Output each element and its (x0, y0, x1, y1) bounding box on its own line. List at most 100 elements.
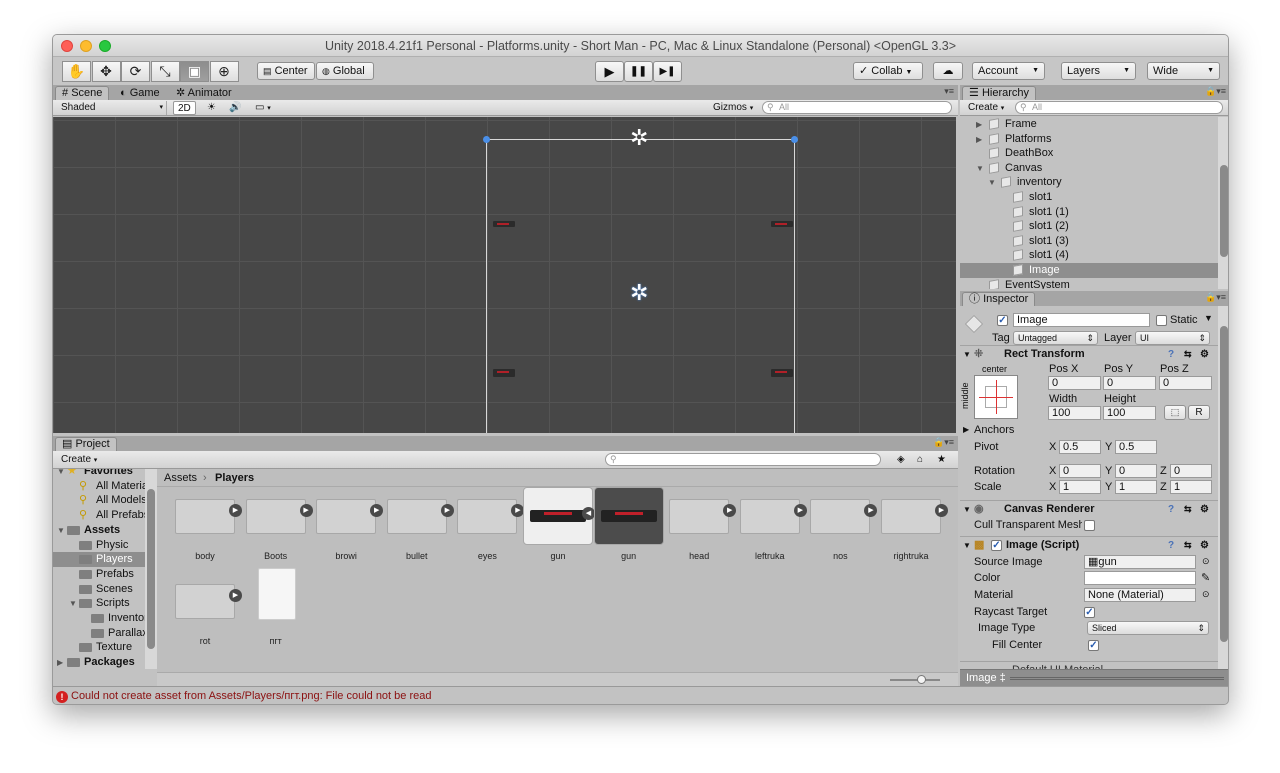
image-enabled-checkbox[interactable]: ✓ (991, 540, 1002, 551)
chevron-down-icon[interactable]: ▼ (57, 469, 65, 479)
hierarchy-item[interactable]: ▶ Platforms (960, 132, 1218, 147)
pos-z-field[interactable]: 0 (1159, 376, 1212, 390)
chevron-right-icon[interactable]: ▶ (57, 655, 63, 670)
asset-item[interactable]: ▶ body (171, 489, 242, 565)
help-icon[interactable]: ? (1168, 346, 1174, 363)
hierarchy-scrollbar[interactable] (1218, 117, 1228, 289)
tab-scene[interactable]: # Scene (55, 86, 110, 100)
close-window-button[interactable] (61, 40, 73, 52)
hierarchy-item[interactable]: slot1 (2) (960, 219, 1218, 234)
static-checkbox[interactable] (1156, 315, 1167, 326)
asset-item[interactable]: ▶ rot (171, 574, 242, 650)
scale-tool-button[interactable]: ⤡ (150, 61, 180, 82)
expand-arrow-icon[interactable]: ▶ (229, 504, 242, 517)
image-script-header[interactable]: ▼ ▩ ✓ Image (Script) ? ⇆ ⚙ (960, 536, 1218, 553)
hierarchy-item[interactable]: slot1 (3) (960, 234, 1218, 249)
asset-item[interactable]: ▶ rightruka (877, 489, 948, 565)
transform-tool-button[interactable]: ⊕ (209, 61, 239, 82)
hierarchy-item[interactable]: slot1 (960, 190, 1218, 205)
object-picker-icon[interactable]: ⊙ (1202, 589, 1210, 600)
zoom-slider[interactable] (890, 679, 940, 681)
asset-item[interactable]: ▶ bullet (383, 489, 454, 565)
asset-item[interactable]: ▶ Boots (242, 489, 313, 565)
project-tree-item[interactable]: ▼ ★ Favorites (53, 469, 145, 479)
hierarchy-item[interactable]: DeathBox (960, 146, 1218, 161)
source-image-field[interactable]: ▦gun (1084, 555, 1196, 569)
pivot-y-field[interactable]: 0.5 (1115, 440, 1157, 454)
blueprint-button[interactable]: ⬚ (1164, 405, 1186, 420)
chevron-down-icon[interactable]: ▼ (69, 596, 77, 611)
pause-button[interactable]: ❚❚ (624, 61, 653, 82)
pos-y-field[interactable]: 0 (1103, 376, 1156, 390)
rot-z-field[interactable]: 0 (1170, 464, 1212, 478)
scroll-thumb[interactable] (1220, 165, 1228, 257)
expand-arrow-icon[interactable]: ▶ (229, 589, 242, 602)
hierarchy-item[interactable]: Image (960, 263, 1218, 278)
account-dropdown[interactable]: Account ▼ (972, 62, 1045, 80)
minimize-window-button[interactable] (80, 40, 92, 52)
scroll-thumb[interactable] (147, 489, 155, 649)
lighting-toggle[interactable]: ☀ (203, 101, 220, 115)
canvas-renderer-header[interactable]: ▼ ◉ Canvas Renderer ? ⇆ ⚙ (960, 500, 1218, 517)
inspector-scrollbar[interactable] (1218, 306, 1228, 669)
hierarchy-item[interactable]: ▶ Frame (960, 117, 1218, 132)
height-field[interactable]: 100 (1103, 406, 1156, 420)
preview-bar[interactable]: Image ‡ (960, 669, 1228, 686)
rect-handle[interactable] (791, 136, 798, 143)
filter-label-button[interactable]: ⌂ (913, 453, 927, 467)
cull-checkbox[interactable] (1084, 520, 1095, 531)
lock-menu-icon[interactable]: 🔒▾≡ (1205, 86, 1226, 97)
scene-view[interactable]: ✲ ✲ (53, 117, 956, 433)
2d-toggle[interactable]: 2D (173, 101, 196, 115)
step-button[interactable]: ▶❚ (653, 61, 682, 82)
help-icon[interactable]: ? (1168, 501, 1174, 518)
raw-edit-button[interactable]: R (1188, 405, 1210, 420)
hierarchy-item[interactable]: ▼ Canvas (960, 161, 1218, 176)
fill-center-checkbox[interactable]: ✓ (1088, 640, 1099, 651)
scale-z-field[interactable]: 1 (1170, 480, 1212, 494)
project-create-dropdown[interactable]: Create ▾ (57, 453, 101, 467)
pivot-mode-button[interactable]: ▤ Center (257, 62, 315, 80)
expand-arrow-icon[interactable]: ▶ (370, 504, 384, 517)
object-picker-icon[interactable]: ⊙ (1202, 556, 1210, 567)
shading-dropdown[interactable]: Shaded ▾ (57, 101, 167, 115)
scale-x-field[interactable]: 1 (1059, 480, 1101, 494)
image-anchor-icon[interactable]: ✲ (630, 282, 648, 304)
tab-game[interactable]: ◐ Game (113, 86, 167, 100)
project-tree-item[interactable]: ⚲ All Models (53, 493, 145, 508)
preset-icon[interactable]: ⇆ (1184, 501, 1192, 518)
project-tree-item[interactable]: ⚲ All Prefabs (53, 508, 145, 523)
slot-gun-sprite[interactable] (493, 369, 515, 377)
pivot-x-field[interactable]: 0.5 (1059, 440, 1101, 454)
chevron-down-icon[interactable]: ▼ (988, 175, 996, 190)
chevron-down-icon[interactable]: ▼ (976, 161, 984, 176)
asset-item[interactable]: ▶ eyes (453, 489, 525, 565)
rect-transform-header[interactable]: ▼ ⁜ Rect Transform ? ⇆ ⚙ (960, 345, 1218, 362)
audio-toggle[interactable]: 🔊 (225, 101, 245, 115)
expand-arrow-icon[interactable]: ▶ (723, 504, 737, 517)
lock-menu-icon[interactable]: 🔒▾≡ (933, 437, 954, 448)
color-field[interactable] (1084, 571, 1196, 585)
expand-arrow-icon[interactable]: ▶ (793, 504, 807, 517)
panel-menu-icon[interactable]: ▾≡ (944, 86, 954, 97)
width-field[interactable]: 100 (1048, 406, 1101, 420)
gear-icon[interactable]: ⚙ (1200, 501, 1209, 518)
zoom-slider-thumb[interactable] (917, 675, 926, 684)
asset-item[interactable]: ▶ leftruka (736, 489, 807, 565)
asset-item[interactable]: ◀ gun (523, 487, 595, 565)
hierarchy-search-input[interactable]: ⚲ All (1015, 101, 1223, 114)
hierarchy-item[interactable]: ▼ inventory (960, 175, 1218, 190)
tab-hierarchy[interactable]: ☰ Hierarchy (962, 86, 1037, 100)
hierarchy-item[interactable]: slot1 (4) (960, 248, 1218, 263)
breadcrumb-assets[interactable]: Assets (164, 469, 197, 487)
project-tree-item[interactable]: Parallax (53, 626, 145, 641)
pos-x-field[interactable]: 0 (1048, 376, 1101, 390)
zoom-window-button[interactable] (99, 40, 111, 52)
anchor-preset-button[interactable] (974, 375, 1018, 419)
preset-icon[interactable]: ⇆ (1184, 537, 1192, 554)
breadcrumb-players[interactable]: Players (215, 469, 254, 487)
rotate-tool-button[interactable]: ⟳ (121, 61, 150, 82)
scene-search-input[interactable]: ⚲ All (762, 101, 952, 114)
rot-x-field[interactable]: 0 (1059, 464, 1101, 478)
project-tree-item[interactable]: ▼ Scripts (53, 596, 145, 611)
